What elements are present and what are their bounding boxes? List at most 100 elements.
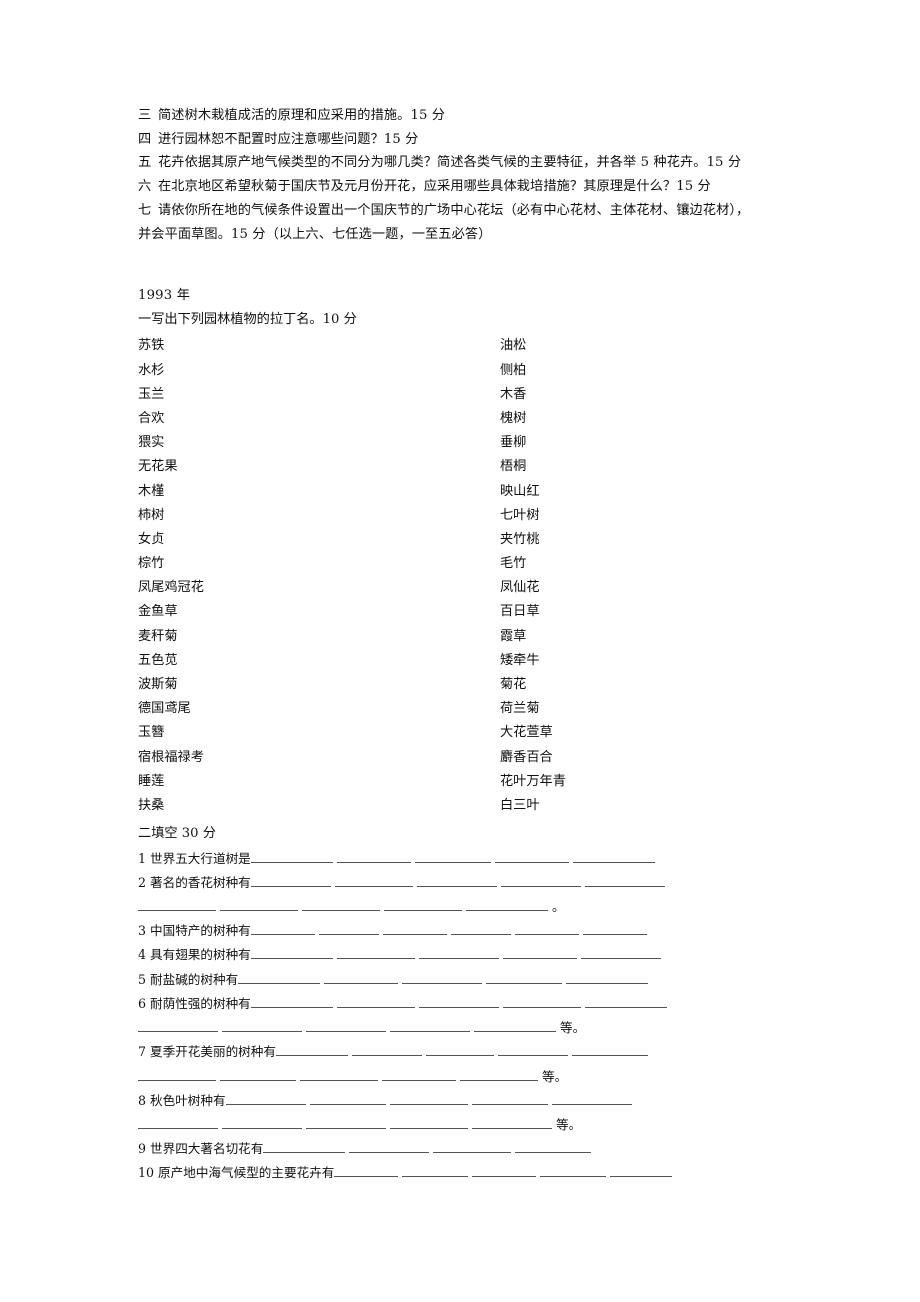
blank-field[interactable] <box>433 1140 512 1154</box>
fill-item-number: 1 <box>138 850 147 866</box>
question-number: 五 <box>138 155 152 171</box>
blank-field[interactable] <box>497 1043 568 1057</box>
blank-field[interactable] <box>418 995 499 1008</box>
blank-field[interactable] <box>351 1043 422 1057</box>
blank-field[interactable] <box>309 1092 386 1105</box>
blank-field[interactable] <box>384 898 462 912</box>
fill-item-label: 3 中国特产的树种有 <box>138 923 251 938</box>
plant-row: 德国鸢尾 荷兰菊 <box>138 697 790 721</box>
blank-field[interactable] <box>472 1164 537 1178</box>
blank-field[interactable] <box>390 1116 468 1129</box>
blank-field[interactable] <box>514 922 579 936</box>
blank-field[interactable] <box>250 995 333 1008</box>
blank-field[interactable] <box>580 946 661 960</box>
blank-field[interactable] <box>502 946 577 960</box>
question-line: 五花卉依据其原产地气候类型的不同分为哪几类？简述各类气候的主要特征，并各举 5 … <box>138 151 790 175</box>
blank-field[interactable] <box>389 1092 468 1105</box>
blank-field[interactable] <box>250 922 315 936</box>
blank-field[interactable] <box>336 850 411 863</box>
plant-name-left: 木槿 <box>138 483 165 499</box>
blank-field[interactable] <box>138 1116 218 1129</box>
blank-field[interactable] <box>382 922 447 936</box>
blank-field[interactable] <box>324 971 399 984</box>
blank-field[interactable] <box>471 1092 548 1105</box>
blank-field[interactable] <box>250 850 333 863</box>
blank-field[interactable] <box>610 1164 673 1178</box>
plant-name-left: 德国鸢尾 <box>138 701 191 717</box>
blank-field[interactable] <box>474 1019 556 1033</box>
blank-field[interactable] <box>336 995 415 1008</box>
blank-field[interactable] <box>450 922 511 936</box>
fill-item-label: 2 著名的香花树种有 <box>138 875 251 890</box>
plant-name-right: 夹竹桃 <box>500 531 540 547</box>
blank-field[interactable] <box>502 995 581 1008</box>
blank-field[interactable] <box>551 1092 632 1105</box>
blank-field[interactable] <box>336 946 415 960</box>
fill-item-number: 6 <box>138 995 147 1011</box>
question-number: 七 <box>138 202 152 218</box>
document-page: 三简述树木栽植成活的原理和应采用的措施。15 分四进行园林恕不配置时应注意哪些问… <box>0 0 920 1302</box>
blank-field[interactable] <box>466 898 548 912</box>
blank-field[interactable] <box>414 850 491 863</box>
fill-in-blank-item: 5 耐盐碱的树种有 <box>138 968 790 992</box>
blank-field[interactable] <box>250 946 333 960</box>
blank-field[interactable] <box>515 1140 592 1154</box>
blank-field[interactable] <box>300 1068 378 1081</box>
blank-field[interactable] <box>494 850 569 863</box>
blank-field[interactable] <box>425 1043 494 1057</box>
blank-field[interactable] <box>263 1140 346 1154</box>
blank-field[interactable] <box>306 1116 386 1129</box>
blank-field[interactable] <box>222 1019 302 1033</box>
plant-row: 凤尾鸡冠花 凤仙花 <box>138 576 790 600</box>
blank-field[interactable] <box>540 1164 607 1178</box>
plant-name-right: 矮牵牛 <box>500 652 540 668</box>
blank-field[interactable] <box>302 898 380 912</box>
plant-row: 扶桑 白三叶 <box>138 794 790 818</box>
fill-item-number: 10 <box>138 1165 155 1181</box>
blank-field[interactable] <box>220 1068 296 1081</box>
fill-item-number: 4 <box>138 947 147 963</box>
blank-field[interactable] <box>382 1068 456 1081</box>
fill-item-text: 世界五大行道树是 <box>146 850 251 866</box>
plant-row: 猥实 垂柳 <box>138 431 790 455</box>
plant-name-right: 花叶万年青 <box>500 773 566 789</box>
blank-field[interactable] <box>222 1116 302 1129</box>
blank-field[interactable] <box>138 898 216 912</box>
blank-field[interactable] <box>582 922 647 936</box>
blank-field[interactable] <box>472 1116 552 1129</box>
plant-name-right: 七叶树 <box>500 507 540 523</box>
blank-field[interactable] <box>571 1043 648 1057</box>
blank-field[interactable] <box>250 874 331 887</box>
blank-field[interactable] <box>566 971 649 984</box>
blank-field[interactable] <box>460 1068 538 1081</box>
fill-item-tail: 等。 <box>560 1020 586 1036</box>
blank-field[interactable] <box>138 1019 218 1033</box>
plant-row: 木槿 映山红 <box>138 480 790 504</box>
question-number: 三 <box>138 108 152 123</box>
blank-field[interactable] <box>275 1043 348 1057</box>
blank-field[interactable] <box>500 874 581 887</box>
blank-field[interactable] <box>402 971 483 984</box>
blank-field[interactable] <box>572 850 655 863</box>
blank-field[interactable] <box>220 898 298 912</box>
question-line: 并会平面草图。15 分（以上六、七任选一题，一至五必答） <box>138 223 790 247</box>
blank-field[interactable] <box>334 1164 399 1178</box>
blank-field[interactable] <box>306 1019 386 1033</box>
blank-field[interactable] <box>402 1164 469 1178</box>
blank-field[interactable] <box>584 874 665 887</box>
blank-field[interactable] <box>349 1140 430 1154</box>
fill-in-blank-item: 10 原产地中海气候型的主要花卉有 <box>138 1161 790 1185</box>
blank-field[interactable] <box>390 1019 470 1033</box>
fill-in-blank-item: 7 夏季开花美丽的树种有 <box>138 1040 790 1064</box>
blank-field[interactable] <box>584 995 667 1008</box>
fill-item-tail: 。 <box>552 899 565 915</box>
blank-field[interactable] <box>138 1068 216 1081</box>
blank-field[interactable] <box>418 946 499 960</box>
blank-field[interactable] <box>334 874 413 887</box>
blank-field[interactable] <box>416 874 497 887</box>
fill-item-label: 8 秋色叶树种有 <box>138 1093 226 1108</box>
blank-field[interactable] <box>318 922 379 936</box>
blank-field[interactable] <box>238 971 321 984</box>
blank-field[interactable] <box>486 971 563 984</box>
blank-field[interactable] <box>225 1092 306 1105</box>
